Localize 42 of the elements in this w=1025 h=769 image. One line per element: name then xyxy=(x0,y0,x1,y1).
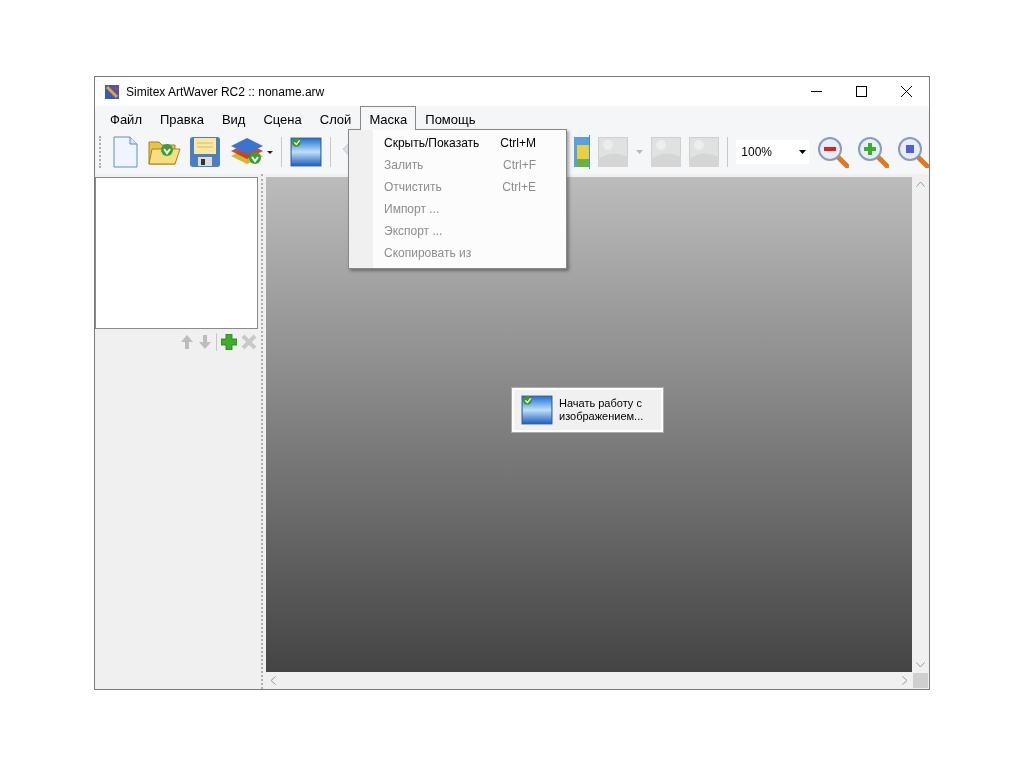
zoom-dropdown[interactable]: 100% xyxy=(736,140,809,164)
app-icon xyxy=(104,83,120,100)
shortcut-text: Ctrl+F xyxy=(503,158,536,172)
menu-item[interactable]: Правка xyxy=(150,106,213,130)
shortcut-text: Ctrl+E xyxy=(502,180,536,194)
dropdown-item[interactable]: Скрыть/Показать Ctrl+M xyxy=(349,132,566,154)
zoom-button[interactable] xyxy=(897,135,929,169)
chevron-left-icon[interactable] xyxy=(270,676,276,685)
chevron-right-icon[interactable] xyxy=(902,676,908,685)
chevron-down-icon[interactable] xyxy=(916,662,925,668)
menu-item[interactable]: Сцена xyxy=(254,106,311,130)
menu-item[interactable]: Помощь xyxy=(416,106,485,130)
picture-icon xyxy=(598,137,629,167)
close-icon[interactable] xyxy=(901,86,912,97)
zoom-button[interactable] xyxy=(817,135,849,169)
arrow-down-icon xyxy=(198,334,212,350)
image-icon xyxy=(521,393,553,426)
new-document-icon xyxy=(110,136,139,168)
caret-icon xyxy=(799,150,806,154)
dropdown-caret-icon xyxy=(636,150,644,154)
menu-item[interactable]: Маска xyxy=(360,106,417,130)
image-icon xyxy=(289,136,322,168)
delete-x-icon xyxy=(241,334,257,350)
menu-item[interactable]: Вид xyxy=(212,106,255,130)
picture-icon xyxy=(651,137,682,167)
plus-icon xyxy=(221,334,237,350)
window-title: Simitex ArtWaver RC2 :: noname.arw xyxy=(126,84,326,99)
menu-item[interactable]: Слой xyxy=(310,106,361,130)
toolbar-button[interactable] xyxy=(289,135,322,169)
zoom-out-icon xyxy=(817,136,849,168)
menu-item[interactable]: Файл xyxy=(101,106,151,130)
shortcut-text: Ctrl+M xyxy=(500,136,536,150)
arrow-up-icon xyxy=(180,334,194,350)
toolbar-button[interactable] xyxy=(188,135,221,169)
zoom-in-icon xyxy=(857,136,889,168)
start-image-button[interactable]: Начать работу с изображением... xyxy=(512,387,663,432)
picture-icon xyxy=(689,137,720,167)
zoom-button[interactable] xyxy=(857,135,889,169)
maximize-icon[interactable] xyxy=(856,86,867,97)
layer-button[interactable] xyxy=(221,332,237,352)
scrollbar-corner xyxy=(913,673,928,688)
chevron-up-icon[interactable] xyxy=(916,181,925,187)
